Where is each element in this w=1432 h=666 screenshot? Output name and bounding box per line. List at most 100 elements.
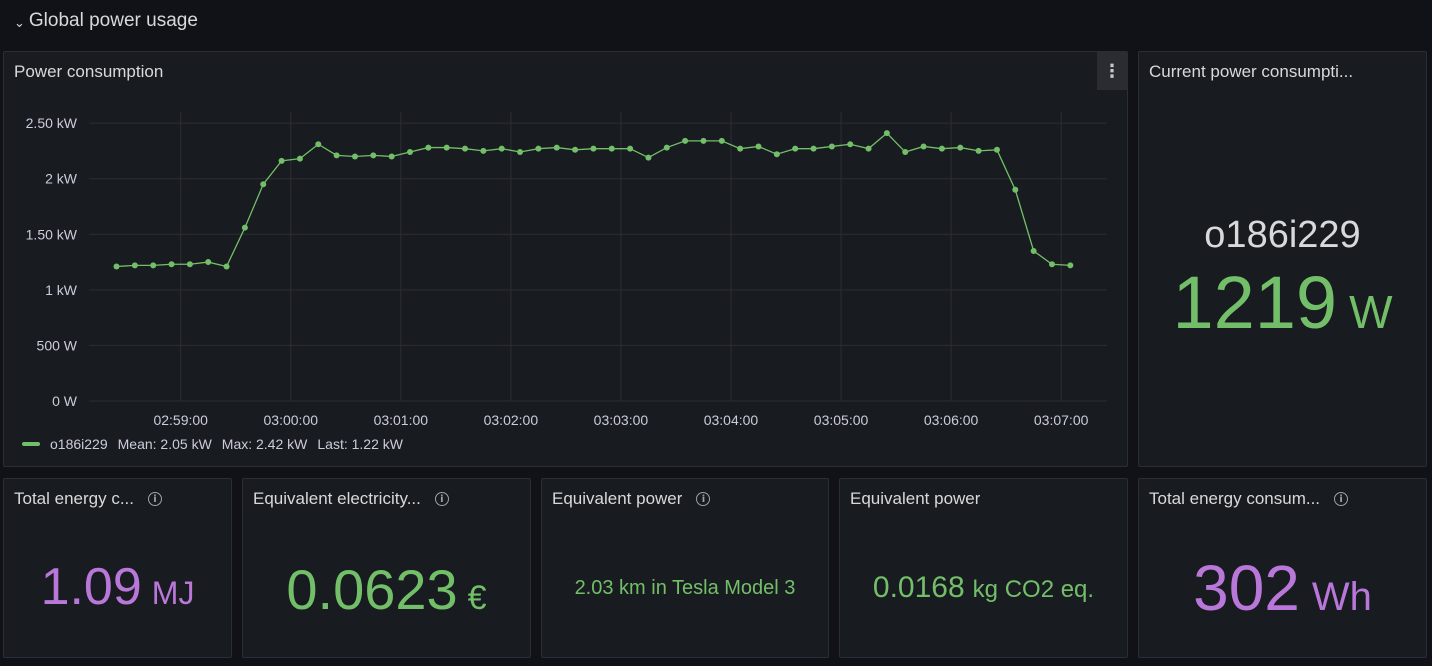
data-point: [1067, 262, 1074, 269]
data-point: [682, 137, 689, 144]
x-tick-label: 03:07:00: [1034, 412, 1089, 428]
current-power-label: o186i229: [1204, 214, 1361, 256]
info-icon[interactable]: i: [148, 492, 163, 506]
data-point: [938, 145, 945, 152]
electricity-cost-panel[interactable]: Equivalent electricity... i 0.0623 €: [242, 478, 531, 658]
data-point: [370, 152, 377, 159]
co2-equivalent-unit: kg CO2 eq.: [972, 576, 1095, 603]
total-energy-wh-panel[interactable]: Total energy consum... i 302 Wh: [1138, 478, 1427, 658]
data-point: [498, 145, 505, 152]
data-point: [700, 137, 707, 144]
data-point: [920, 143, 927, 150]
current-power-panel[interactable]: Current power consumpti... o186i229 1219…: [1138, 51, 1427, 467]
electricity-cost-stat: 0.0623 €: [243, 557, 530, 622]
data-point: [480, 147, 487, 154]
info-icon[interactable]: i: [434, 492, 449, 506]
data-point: [627, 145, 634, 152]
x-tick-label: 03:04:00: [704, 412, 759, 428]
kebab-menu-icon[interactable]: ⋮: [1103, 61, 1121, 82]
row-title: Global power usage: [28, 10, 198, 31]
data-point: [351, 153, 358, 160]
x-tick-label: 03:00:00: [264, 412, 319, 428]
total-energy-wh-stat: 302 Wh: [1139, 551, 1426, 625]
data-point: [1030, 247, 1037, 254]
legend-max: Max: 2.42 kW: [221, 436, 308, 452]
data-point: [517, 149, 524, 156]
chevron-down-icon[interactable]: ⌄: [14, 15, 25, 31]
data-point: [993, 146, 1000, 153]
total-energy-mj-panel[interactable]: Total energy c... i 1.09 MJ: [3, 478, 232, 658]
data-point: [810, 145, 817, 152]
y-tick-label: 500 W: [37, 337, 78, 353]
data-point: [718, 137, 725, 144]
data-point: [150, 262, 157, 269]
panel-title-power-consumption: Power consumption: [14, 62, 164, 81]
y-tick-label: 1.50 kW: [26, 226, 78, 242]
data-point: [333, 152, 340, 159]
data-point: [608, 145, 615, 152]
data-point: [260, 181, 267, 188]
total-energy-wh-value: 302: [1193, 552, 1300, 624]
x-tick-label: 03:06:00: [924, 412, 979, 428]
data-point: [131, 262, 138, 269]
data-point: [315, 141, 322, 148]
legend-series-swatch: [22, 442, 40, 446]
y-tick-label: 0 W: [52, 393, 78, 409]
power-consumption-panel[interactable]: Power consumption ⋮ 0 W 500 W 1 kW 1.50 kW 2…: [3, 51, 1128, 467]
info-icon[interactable]: i: [1334, 492, 1349, 506]
panel-menu-button[interactable]: ⋮: [1097, 52, 1127, 90]
total-energy-wh-unit: Wh: [1311, 575, 1372, 619]
data-point: [792, 145, 799, 152]
data-point: [828, 143, 835, 150]
panel-title-co2-equivalent: Equivalent power: [850, 489, 981, 508]
data-point: [168, 261, 175, 268]
total-energy-mj-stat: 1.09 MJ: [4, 557, 231, 617]
data-point: [443, 144, 450, 151]
power-consumption-chart[interactable]: 0 W 500 W 1 kW 1.50 kW 2 kW 2.50 kW 02:59:00 03…: [4, 96, 1129, 466]
panel-title-electricity-cost: Equivalent electricity... i: [253, 489, 520, 509]
data-point: [773, 151, 780, 158]
data-point: [553, 144, 560, 151]
current-power-stat: 1219 W: [1139, 260, 1426, 345]
chart-legend[interactable]: o186i229 Mean: 2.05 kW Max: 2.42 kW Last…: [22, 436, 403, 452]
data-point: [223, 263, 230, 270]
panel-title-total-energy-mj: Total energy c... i: [14, 489, 221, 509]
data-point: [462, 145, 469, 152]
row-header[interactable]: ⌄ Global power usage: [14, 8, 198, 34]
data-point: [883, 130, 890, 137]
data-point: [186, 261, 193, 268]
tesla-equivalent-panel[interactable]: Equivalent power i 2.03 km in Tesla Mode…: [541, 478, 829, 658]
co2-equivalent-panel[interactable]: Equivalent power 0.0168 kg CO2 eq.: [839, 478, 1128, 658]
data-point: [406, 149, 413, 156]
info-icon[interactable]: i: [696, 492, 711, 506]
panel-title-current-power: Current power consumpti...: [1149, 62, 1354, 81]
data-point: [590, 145, 597, 152]
series-line: [116, 132, 1071, 268]
legend-series-name[interactable]: o186i229: [50, 436, 108, 452]
electricity-cost-unit: €: [467, 579, 487, 617]
data-point: [425, 144, 432, 151]
data-point: [388, 153, 395, 160]
data-point: [645, 154, 652, 161]
co2-equivalent-stat: 0.0168 kg CO2 eq.: [840, 571, 1127, 605]
y-tick-label: 2.50 kW: [26, 115, 78, 131]
co2-equivalent-value: 0.0168: [872, 571, 965, 604]
current-power-value: 1219: [1172, 261, 1338, 344]
data-point: [902, 149, 909, 156]
data-point: [113, 263, 120, 270]
y-tick-label: 1 kW: [45, 282, 78, 298]
data-point: [572, 146, 579, 153]
x-tick-label: 03:01:00: [374, 412, 429, 428]
electricity-cost-value: 0.0623: [286, 558, 458, 621]
x-tick-label: 02:59:00: [153, 412, 208, 428]
panel-title-total-energy-wh: Total energy consum... i: [1149, 489, 1416, 509]
data-point: [865, 145, 872, 152]
x-tick-label: 03:05:00: [814, 412, 869, 428]
data-point: [737, 145, 744, 152]
total-energy-mj-value: 1.09: [40, 558, 142, 616]
data-point: [535, 145, 542, 152]
data-point: [241, 224, 248, 231]
data-point: [278, 157, 285, 164]
data-point: [1012, 186, 1019, 193]
legend-last: Last: 1.22 kW: [317, 436, 403, 452]
